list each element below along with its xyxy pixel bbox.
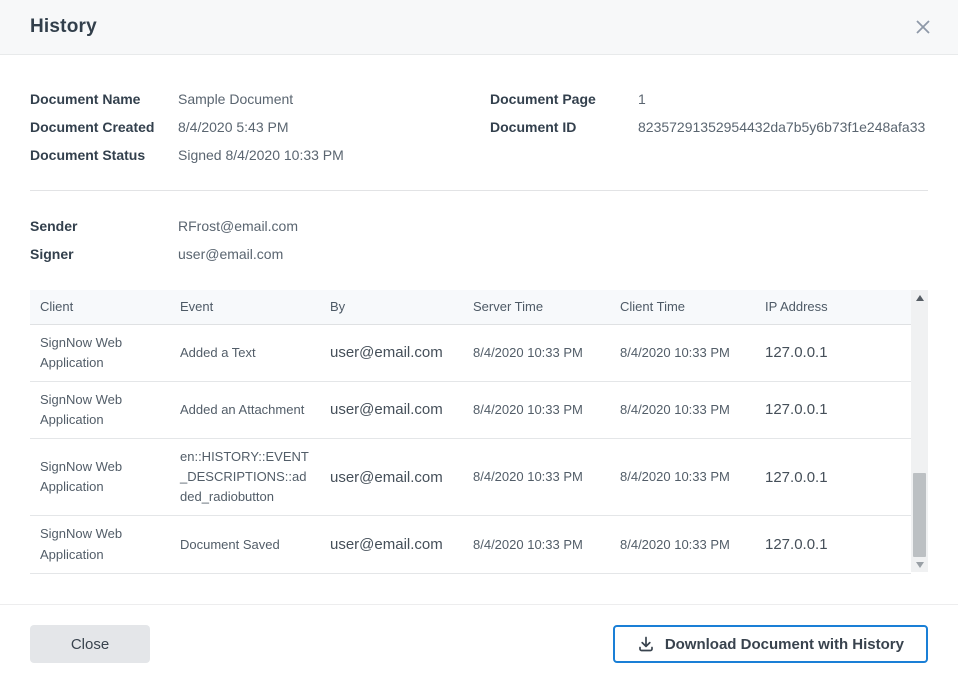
server-time-cell: 8/4/2020 10:33 PM: [463, 439, 610, 516]
history-modal: History Document Name Sample Document Do…: [0, 0, 958, 684]
document-name-label: Document Name: [30, 91, 178, 107]
document-status-value: Signed 8/4/2020 10:33 PM: [178, 147, 344, 163]
ip-address-cell: 127.0.0.1: [755, 381, 911, 438]
close-icon[interactable]: [910, 14, 936, 40]
triangle-down-icon: [916, 562, 924, 568]
document-page-value: 1: [638, 91, 646, 107]
triangle-up-icon: [916, 295, 924, 301]
signer-label: Signer: [30, 246, 178, 262]
signer-row: Signer user@email.com: [30, 240, 928, 268]
by-cell: user@email.com: [320, 381, 463, 438]
col-header-client: Client: [30, 290, 170, 324]
client-cell: SignNow Web Application: [30, 516, 170, 573]
client-cell: SignNow Web Application: [30, 324, 170, 381]
sender-value: RFrost@email.com: [178, 218, 298, 234]
col-header-ip-address: IP Address: [755, 290, 911, 324]
modal-body: Document Name Sample Document Document C…: [0, 55, 958, 572]
client-time-cell: 8/4/2020 10:33 PM: [610, 381, 755, 438]
server-time-cell: 8/4/2020 10:33 PM: [463, 324, 610, 381]
document-page-row: Document Page 1: [490, 85, 928, 113]
ip-address-cell: 127.0.0.1: [755, 439, 911, 516]
download-document-button[interactable]: Download Document with History: [613, 625, 928, 663]
event-cell: en::HISTORY::EVENT_DESCRIPTIONS::added_r…: [170, 439, 320, 516]
x-glyph: [913, 17, 933, 37]
col-header-by: By: [320, 290, 463, 324]
document-id-value: 82357291352954432da7b5y6b73f1e248afa33: [638, 119, 925, 135]
footer-divider: [0, 604, 958, 605]
document-info: Document Name Sample Document Document C…: [30, 85, 928, 169]
event-cell: Document Saved: [170, 516, 320, 573]
document-id-label: Document ID: [490, 119, 638, 135]
table-header-row: Client Event By Server Time Client Time …: [30, 290, 911, 324]
table-row: SignNow Web Application Document Saved u…: [30, 516, 911, 573]
document-created-label: Document Created: [30, 119, 178, 135]
scroll-down-arrow[interactable]: [911, 557, 928, 572]
sender-row: Sender RFrost@email.com: [30, 212, 928, 240]
section-divider: [30, 190, 928, 191]
sender-label: Sender: [30, 218, 178, 234]
document-created-value: 8/4/2020 5:43 PM: [178, 119, 289, 135]
document-id-row: Document ID 82357291352954432da7b5y6b73f…: [490, 113, 928, 141]
table-row: SignNow Web Application Added an Attachm…: [30, 381, 911, 438]
parties-section: Sender RFrost@email.com Signer user@emai…: [30, 212, 928, 268]
col-header-server-time: Server Time: [463, 290, 610, 324]
client-cell: SignNow Web Application: [30, 439, 170, 516]
document-name-value: Sample Document: [178, 91, 293, 107]
history-table: Client Event By Server Time Client Time …: [30, 290, 911, 574]
server-time-cell: 8/4/2020 10:33 PM: [463, 516, 610, 573]
client-time-cell: 8/4/2020 10:33 PM: [610, 516, 755, 573]
by-cell: user@email.com: [320, 439, 463, 516]
modal-title: History: [30, 16, 97, 38]
scroll-up-arrow[interactable]: [911, 290, 928, 305]
by-cell: user@email.com: [320, 324, 463, 381]
scrollbar-thumb[interactable]: [913, 473, 926, 557]
close-button[interactable]: Close: [30, 625, 150, 663]
event-cell: Added a Text: [170, 324, 320, 381]
table-scrollbar[interactable]: [911, 290, 928, 572]
history-table-container: Client Event By Server Time Client Time …: [30, 290, 928, 572]
document-info-left: Document Name Sample Document Document C…: [30, 85, 490, 169]
download-icon: [637, 635, 655, 653]
document-info-right: Document Page 1 Document ID 823572913529…: [490, 85, 928, 169]
document-name-row: Document Name Sample Document: [30, 85, 490, 113]
document-created-row: Document Created 8/4/2020 5:43 PM: [30, 113, 490, 141]
document-status-row: Document Status Signed 8/4/2020 10:33 PM: [30, 141, 490, 169]
modal-header: History: [0, 0, 958, 55]
col-header-client-time: Client Time: [610, 290, 755, 324]
modal-footer: Close Download Document with History: [30, 625, 928, 663]
col-header-event: Event: [170, 290, 320, 324]
table-row: SignNow Web Application en::HISTORY::EVE…: [30, 439, 911, 516]
signer-value: user@email.com: [178, 246, 283, 262]
ip-address-cell: 127.0.0.1: [755, 324, 911, 381]
table-row: SignNow Web Application Added a Text use…: [30, 324, 911, 381]
server-time-cell: 8/4/2020 10:33 PM: [463, 381, 610, 438]
download-button-label: Download Document with History: [665, 636, 904, 653]
client-time-cell: 8/4/2020 10:33 PM: [610, 324, 755, 381]
event-cell: Added an Attachment: [170, 381, 320, 438]
document-status-label: Document Status: [30, 147, 178, 163]
ip-address-cell: 127.0.0.1: [755, 516, 911, 573]
document-page-label: Document Page: [490, 91, 638, 107]
client-cell: SignNow Web Application: [30, 381, 170, 438]
by-cell: user@email.com: [320, 516, 463, 573]
client-time-cell: 8/4/2020 10:33 PM: [610, 439, 755, 516]
